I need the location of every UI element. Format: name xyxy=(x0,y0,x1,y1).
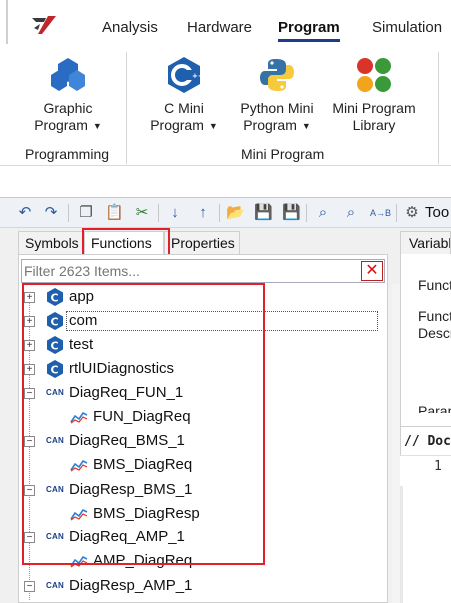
tab-program[interactable]: Program xyxy=(278,19,340,42)
toolbar-divider xyxy=(158,204,159,222)
graphic-program-icon xyxy=(51,58,85,91)
paste-icon[interactable]: 📋 xyxy=(105,204,124,222)
python-icon xyxy=(260,59,294,91)
mini-program-library-button[interactable]: Mini Program Library xyxy=(328,56,420,134)
editor-toolbar: ↶ ↷ ❐ 📋 ✂ ↓ ↑ 📂 💾 💾 ⌕ ⌕ A→B ⚙ Too xyxy=(0,198,451,228)
app-logo-icon[interactable] xyxy=(30,14,58,36)
toolbar-divider xyxy=(396,204,397,222)
copy-icon[interactable]: ❐ xyxy=(77,204,95,222)
line-number: 1 xyxy=(434,459,442,474)
ribbon-spacer xyxy=(0,166,451,198)
python-mini-program-label-1: Python Mini xyxy=(240,100,314,116)
search-icon[interactable]: ⌕ xyxy=(314,204,332,222)
description-label: Descri xyxy=(418,325,451,341)
c-mini-program-button[interactable]: ++ C Mini Program ▼ xyxy=(141,56,227,136)
find-in-files-icon[interactable]: ⌕ xyxy=(342,204,360,222)
toolbar-divider xyxy=(68,204,69,222)
tab-variables[interactable]: Variabl xyxy=(400,231,451,255)
save-as-icon[interactable]: 💾 xyxy=(282,204,301,222)
tree-item-can-message[interactable]: − CAN DiagResp_AMP_1 xyxy=(0,575,390,597)
move-down-icon[interactable]: ↓ xyxy=(166,204,184,222)
filter-input[interactable] xyxy=(21,259,385,283)
graphic-program-label-1: Graphic xyxy=(43,100,93,116)
tab-hardware[interactable]: Hardware xyxy=(187,19,252,36)
doc-header: // Doc xyxy=(404,434,451,449)
panel-divider xyxy=(400,426,451,427)
vertical-scrollbar[interactable] xyxy=(392,284,400,603)
tree-item-label: DiagResp_AMP_1 xyxy=(69,577,193,594)
collapse-icon[interactable]: − xyxy=(24,581,35,592)
ribbon-tab-strip: Analysis Hardware Program Simulation xyxy=(0,0,451,44)
graphic-program-button[interactable]: Graphic Program ▼ xyxy=(28,56,108,136)
replace-icon[interactable]: A→B xyxy=(370,204,391,222)
toolbar-divider xyxy=(306,204,307,222)
can-message-icon: CAN xyxy=(46,581,64,590)
chevron-down-icon: ▼ xyxy=(208,121,218,131)
toolbar-divider xyxy=(219,204,220,222)
redo-icon[interactable]: ↷ xyxy=(42,204,60,222)
group-mini-program-label: Mini Program xyxy=(241,146,325,162)
library-dots-icon xyxy=(357,58,391,92)
tab-simulation[interactable]: Simulation xyxy=(372,19,442,36)
editor-gutter xyxy=(400,486,403,603)
cpp-icon: ++ xyxy=(168,57,203,93)
ribbon-group-divider xyxy=(126,52,127,164)
ribbon-panel: Graphic Program ▼ Programming ++ C Mini P… xyxy=(0,44,451,166)
undo-icon[interactable]: ↶ xyxy=(16,204,34,222)
tools-menu-label[interactable]: Too xyxy=(425,204,449,221)
open-folder-icon[interactable]: 📂 xyxy=(226,204,245,222)
tab-symbols[interactable]: Symbols xyxy=(18,231,84,255)
python-mini-program-label-2: Program ▼ xyxy=(243,117,311,133)
mini-program-library-label-2: Library xyxy=(352,117,396,133)
move-up-icon[interactable]: ↑ xyxy=(194,204,212,222)
function-label: Functi xyxy=(418,277,451,293)
c-mini-program-label-2: Program ▼ xyxy=(150,117,218,133)
code-editor[interactable] xyxy=(400,455,451,603)
mini-program-library-label-1: Mini Program xyxy=(332,100,416,116)
chevron-down-icon: ▼ xyxy=(92,121,102,131)
cut-icon[interactable]: ✂ xyxy=(133,204,151,222)
ribbon-group-divider xyxy=(438,52,439,164)
function-label-2: Functi xyxy=(418,308,451,324)
highlight-box-tree xyxy=(22,283,265,565)
clear-filter-button[interactable]: ✕ xyxy=(361,261,383,281)
svg-text:++: ++ xyxy=(192,72,203,80)
chevron-down-icon: ▼ xyxy=(301,121,311,131)
parameters-label: Param xyxy=(418,403,451,413)
tab-properties[interactable]: Properties xyxy=(164,231,240,255)
gear-icon[interactable]: ⚙ xyxy=(403,204,421,222)
tab-analysis[interactable]: Analysis xyxy=(102,19,158,36)
graphic-program-label-2: Program ▼ xyxy=(34,117,102,133)
group-programming-label: Programming xyxy=(25,146,110,162)
tab-strip-divider xyxy=(6,0,8,44)
c-mini-program-label-1: C Mini xyxy=(164,100,204,116)
save-icon[interactable]: 💾 xyxy=(254,204,273,222)
python-mini-program-button[interactable]: Python Mini Program ▼ xyxy=(234,56,320,136)
